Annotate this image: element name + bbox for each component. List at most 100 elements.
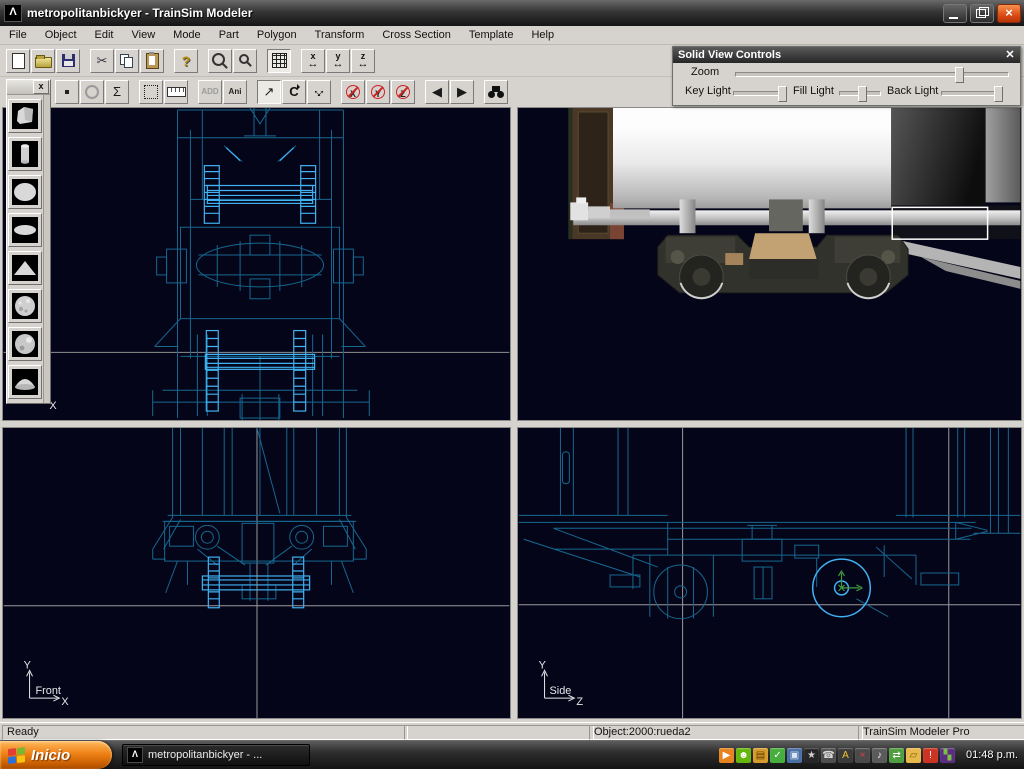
lock-x-button[interactable]: X — [341, 80, 365, 104]
move-arrow-icon: ↗ — [264, 85, 275, 98]
palette-title-bar[interactable]: x — [7, 80, 50, 95]
taskbar-window-button[interactable]: Λ metropolitanbickyer - ... — [122, 744, 310, 766]
rotate-icon: C — [289, 84, 298, 99]
menu-item-polygon[interactable]: Polygon — [248, 27, 306, 43]
dome-tool-button[interactable] — [8, 365, 42, 399]
menu-item-mode[interactable]: Mode — [164, 27, 210, 43]
menu-item-template[interactable]: Template — [460, 27, 523, 43]
palette-scrollbar[interactable] — [43, 95, 50, 403]
security-center-icon[interactable]: ! — [923, 748, 938, 763]
copy-button[interactable] — [115, 49, 139, 73]
menu-item-view[interactable]: View — [123, 27, 165, 43]
scale-tool-button[interactable] — [307, 80, 331, 104]
viewport-side-wireframe[interactable]: Y Side Z — [517, 427, 1022, 719]
media-player-icon[interactable]: ▶ — [719, 748, 734, 763]
previous-button[interactable]: ◀ — [425, 80, 449, 104]
fill-light-slider[interactable] — [839, 91, 881, 96]
select-rect-button[interactable] — [139, 80, 163, 104]
image-tool-icon[interactable]: ▤ — [753, 748, 768, 763]
x-axis-button[interactable]: x↔ — [301, 49, 325, 73]
viewport-front-wireframe[interactable]: Y Front X — [2, 427, 511, 719]
paste-button[interactable] — [140, 49, 164, 73]
magnifier-small-icon — [239, 54, 249, 64]
back-light-slider[interactable] — [941, 91, 1003, 96]
star-icon[interactable]: ★ — [804, 748, 819, 763]
messenger-icon[interactable]: ☻ — [736, 748, 751, 763]
rotate-tool-button[interactable]: C — [282, 80, 306, 104]
solid-render — [518, 108, 1021, 420]
close-button[interactable]: × — [997, 4, 1021, 23]
network-alert-icon[interactable]: × — [855, 748, 870, 763]
zoom-out-button[interactable] — [233, 49, 257, 73]
menu-item-transform[interactable]: Transform — [306, 27, 374, 43]
viewport-3d-solid[interactable] — [517, 107, 1022, 421]
box-tool-button[interactable] — [8, 99, 42, 133]
geosphere2-tool-icon — [12, 331, 38, 357]
lock-y-button[interactable]: Y — [366, 80, 390, 104]
key-light-slider[interactable] — [733, 91, 787, 96]
new-file-button[interactable] — [6, 49, 30, 73]
viewport-top-wireframe[interactable]: X — [2, 107, 511, 421]
fill-light-thumb[interactable] — [858, 86, 867, 102]
key-light-thumb[interactable] — [778, 86, 787, 102]
cylinder-tool-button[interactable] — [8, 137, 42, 171]
point-mode-button[interactable] — [55, 80, 79, 104]
search-tool-icon[interactable]: A — [838, 748, 853, 763]
find-button[interactable] — [484, 80, 508, 104]
measure-button[interactable] — [164, 80, 188, 104]
oblate-sphere-tool-icon — [12, 217, 38, 243]
minimize-button[interactable] — [943, 4, 967, 23]
zoom-slider-thumb[interactable] — [955, 67, 964, 83]
layout-grid-icon[interactable]: ▚ — [940, 748, 955, 763]
lock-z-button[interactable]: Z — [391, 80, 415, 104]
oblate-sphere-tool-button[interactable] — [8, 213, 42, 247]
status-object-info: Object:2000:rueda2 — [589, 725, 863, 740]
sigma-button[interactable]: Σ — [105, 80, 129, 104]
network-places-icon[interactable]: ▣ — [787, 748, 802, 763]
zoom-in-button[interactable] — [208, 49, 232, 73]
antivirus-icon[interactable]: ✓ — [770, 748, 785, 763]
grid-toggle-button[interactable] — [267, 49, 291, 73]
sphere-tool-button[interactable] — [8, 175, 42, 209]
move-tool-button[interactable]: ↗ — [257, 80, 281, 104]
palette-close-button[interactable]: x — [33, 80, 49, 94]
cone-tool-button[interactable] — [8, 251, 42, 285]
menu-item-edit[interactable]: Edit — [86, 27, 123, 43]
back-light-thumb[interactable] — [994, 86, 1003, 102]
ruler-icon — [167, 87, 186, 97]
new-file-icon — [12, 53, 25, 69]
svc-title-bar[interactable]: Solid View Controls ✕ — [673, 47, 1020, 63]
start-button[interactable]: Inicio — [0, 741, 112, 769]
add-button[interactable]: ADD — [198, 80, 222, 104]
cut-button[interactable]: ✂ — [90, 49, 114, 73]
status-ready: Ready — [2, 725, 408, 740]
save-button[interactable] — [56, 49, 80, 73]
title-bar: Λ metropolitanbickyer - TrainSim Modeler… — [0, 0, 1024, 26]
selection-rect-icon — [144, 85, 158, 99]
status-bar: Ready Object:2000:rueda2 TrainSim Modele… — [0, 722, 1024, 741]
z-axis-button[interactable]: z↔ — [351, 49, 375, 73]
device-blocked-icon[interactable]: ☎ — [821, 748, 836, 763]
zoom-slider[interactable] — [735, 72, 1009, 77]
menu-item-part[interactable]: Part — [210, 27, 248, 43]
axis-label-y: Y — [24, 659, 32, 671]
sync-icon[interactable]: ⇄ — [889, 748, 904, 763]
geosphere2-tool-button[interactable] — [8, 327, 42, 361]
circle-mode-button[interactable] — [80, 80, 104, 104]
volume-icon[interactable]: ♪ — [872, 748, 887, 763]
restore-button[interactable] — [970, 4, 994, 23]
menu-item-object[interactable]: Object — [36, 27, 86, 43]
folder-tray-icon[interactable]: ▱ — [906, 748, 921, 763]
menu-item-cross-section[interactable]: Cross Section — [373, 27, 459, 43]
help-button[interactable]: ? — [174, 49, 198, 73]
next-button[interactable]: ▶ — [450, 80, 474, 104]
menu-item-help[interactable]: Help — [522, 27, 563, 43]
animation-button[interactable]: Ani — [223, 80, 247, 104]
menu-item-file[interactable]: File — [0, 27, 36, 43]
lock-z-icon: Z — [395, 84, 411, 100]
open-file-button[interactable] — [31, 49, 55, 73]
y-axis-button[interactable]: y↔ — [326, 49, 350, 73]
svc-close-icon[interactable]: ✕ — [1002, 49, 1018, 62]
geosphere-tool-button[interactable] — [8, 289, 42, 323]
circle-icon — [85, 85, 99, 99]
